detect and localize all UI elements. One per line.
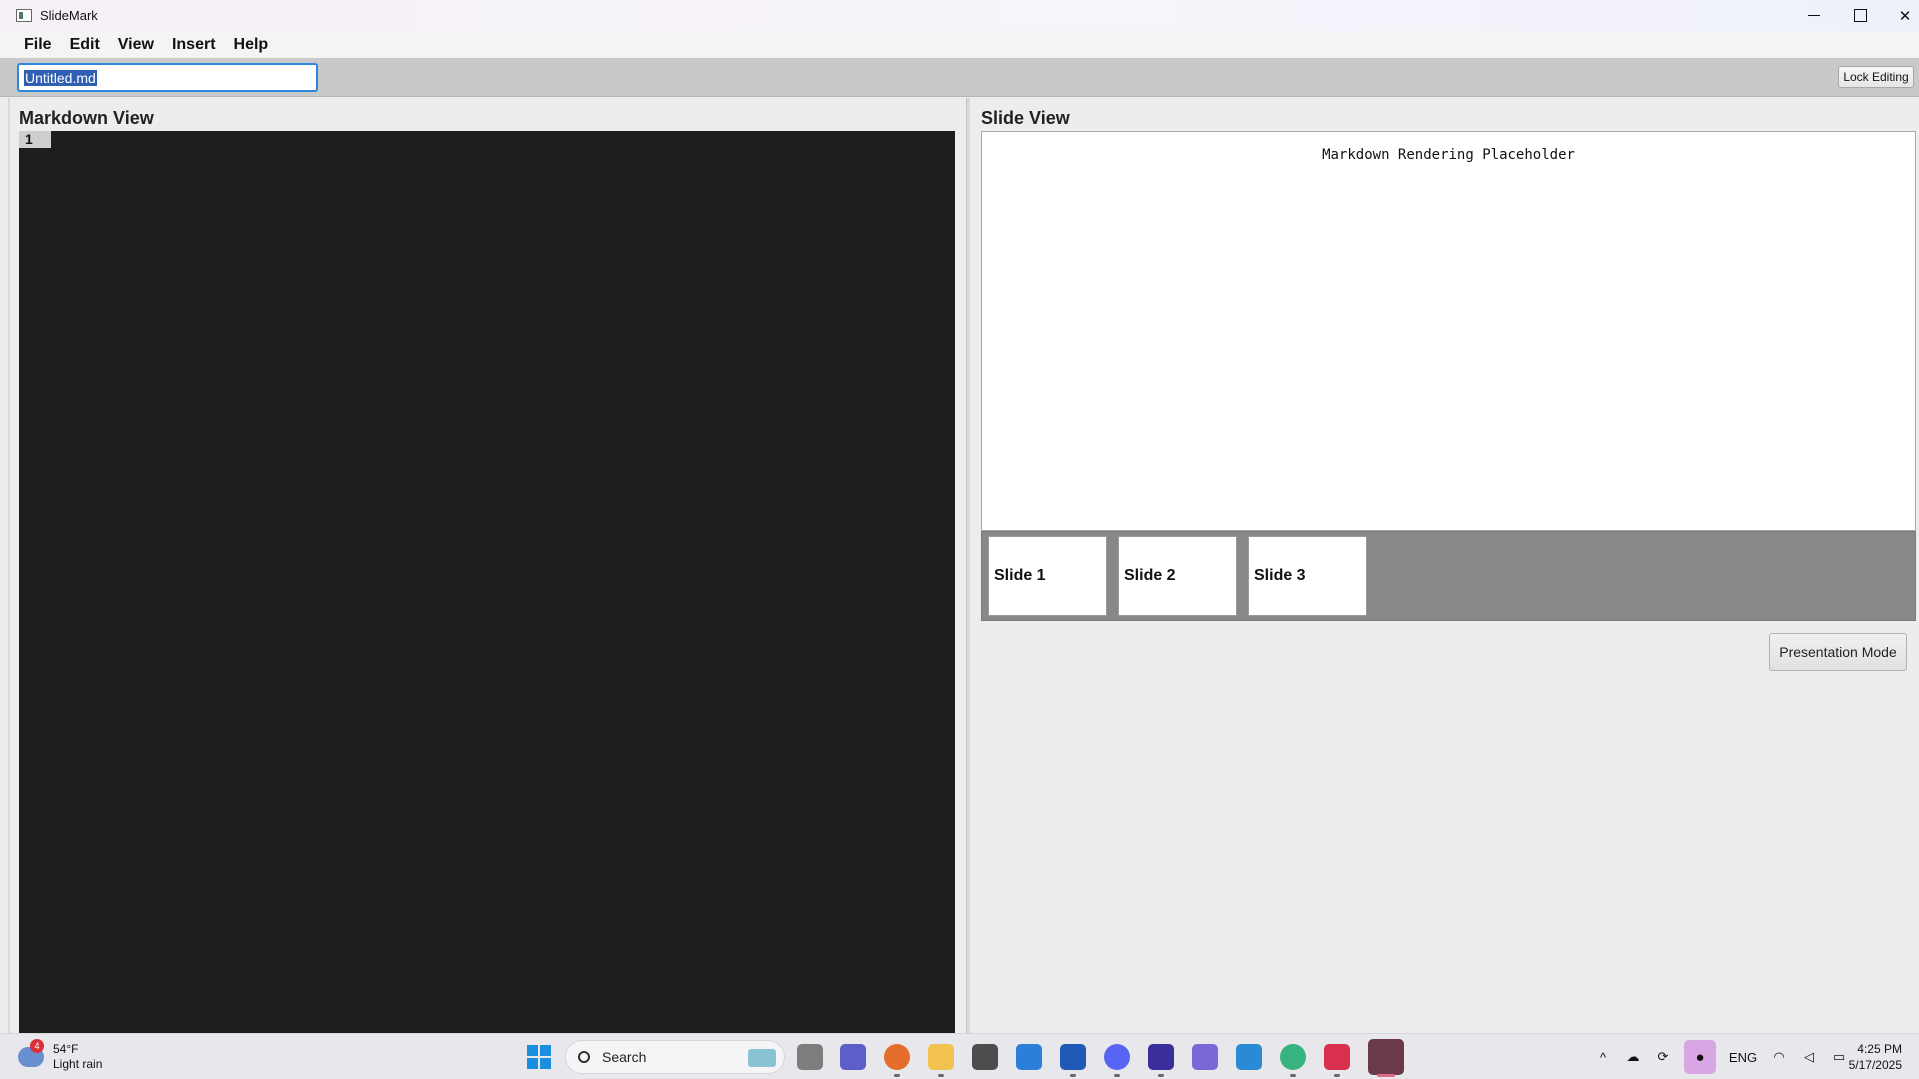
filename-selected-text: Untitled.md [24, 69, 97, 86]
windows-start-icon[interactable] [527, 1045, 551, 1069]
notification-badge: 4 [30, 1039, 44, 1053]
weather-widget[interactable]: 4 54°F Light rain [18, 1039, 103, 1072]
filename-input[interactable]: Untitled.md [17, 63, 318, 92]
weather-condition: Light rain [53, 1057, 103, 1071]
menu-bar: File Edit View Insert Help [0, 31, 1919, 58]
jetbrains-toolbox-icon[interactable] [1324, 1044, 1350, 1070]
discord-icon[interactable] [1104, 1044, 1130, 1070]
file-explorer-icon[interactable] [928, 1044, 954, 1070]
intellij-icon[interactable] [1148, 1044, 1174, 1070]
lock-editing-button[interactable]: Lock Editing [1838, 66, 1914, 88]
teams-icon[interactable] [840, 1044, 866, 1070]
menu-help[interactable]: Help [225, 36, 278, 54]
search-highlight-icon [748, 1049, 776, 1067]
title-bar: SlideMark ✕ [0, 0, 1919, 31]
toolbar: Untitled.md Lock Editing [0, 58, 1919, 97]
menu-view[interactable]: View [109, 36, 163, 54]
maximize-button[interactable] [1837, 0, 1883, 31]
onedrive-icon[interactable]: ☁ [1625, 1049, 1641, 1065]
menu-file[interactable]: File [15, 36, 61, 54]
presentation-mode-button[interactable]: Presentation Mode [1769, 633, 1907, 671]
slide-thumbnail-1[interactable]: Slide 1 [988, 536, 1107, 616]
minimize-button[interactable] [1791, 0, 1837, 31]
close-button[interactable]: ✕ [1882, 0, 1919, 31]
chevron-up-icon[interactable]: ^ [1595, 1049, 1611, 1065]
left-edge [8, 98, 10, 1033]
wifi-icon[interactable]: ◠ [1771, 1049, 1787, 1065]
taskbar-search[interactable]: Search [565, 1040, 785, 1074]
split-divider[interactable] [966, 98, 970, 1033]
main-area: Markdown View 1 Slide View Markdown Rend… [0, 98, 1919, 1033]
system-tray: ^ ☁ ⟳ ● ENG ◠ ◁ ▭ [1588, 1034, 1854, 1079]
copilot-icon[interactable] [1192, 1044, 1218, 1070]
slide-thumbnail-3[interactable]: Slide 3 [1248, 536, 1367, 616]
microphone-icon[interactable]: ● [1684, 1040, 1716, 1074]
search-label: Search [602, 1049, 647, 1065]
menu-insert[interactable]: Insert [163, 36, 225, 54]
slide-thumbnail-2[interactable]: Slide 2 [1118, 536, 1237, 616]
taskbar: 4 54°F Light rain Search ^ ☁ ⟳ ● ENG ◠ ◁… [0, 1033, 1919, 1079]
slide-preview: Markdown Rendering Placeholder [981, 131, 1916, 531]
language-indicator[interactable]: ENG [1729, 1049, 1757, 1065]
slide-view-title: Slide View [981, 108, 1070, 128]
volume-icon[interactable]: ◁ [1801, 1049, 1817, 1065]
clock-time: 4:25 PM [1857, 1042, 1902, 1056]
app-icon [16, 9, 32, 22]
slide-thumbnail-strip: Slide 1 Slide 2 Slide 3 [981, 531, 1916, 621]
clock[interactable]: 4:25 PM 5/17/2025 [1840, 1041, 1902, 1073]
markdown-view-title: Markdown View [19, 108, 154, 128]
cloud-rain-icon: 4 [18, 1039, 44, 1067]
firefox-icon[interactable] [884, 1044, 910, 1070]
window-title: SlideMark [40, 8, 98, 23]
clock-date: 5/17/2025 [1848, 1058, 1902, 1072]
sync-icon[interactable]: ⟳ [1655, 1049, 1671, 1065]
markdown-editor[interactable]: 1 [19, 131, 955, 1033]
menu-edit[interactable]: Edit [61, 36, 109, 54]
task-view-icon[interactable] [797, 1044, 823, 1070]
word-icon[interactable] [1060, 1044, 1086, 1070]
vscode-icon[interactable] [1236, 1044, 1262, 1070]
weather-temp: 54°F [53, 1042, 79, 1056]
store-icon[interactable] [1016, 1044, 1042, 1070]
search-icon [578, 1051, 590, 1063]
app-icon[interactable] [972, 1044, 998, 1070]
slack-icon[interactable] [1280, 1044, 1306, 1070]
jetbrains-icon[interactable] [1368, 1039, 1404, 1075]
render-placeholder-text: Markdown Rendering Placeholder [1322, 147, 1575, 163]
line-number: 1 [19, 131, 51, 148]
